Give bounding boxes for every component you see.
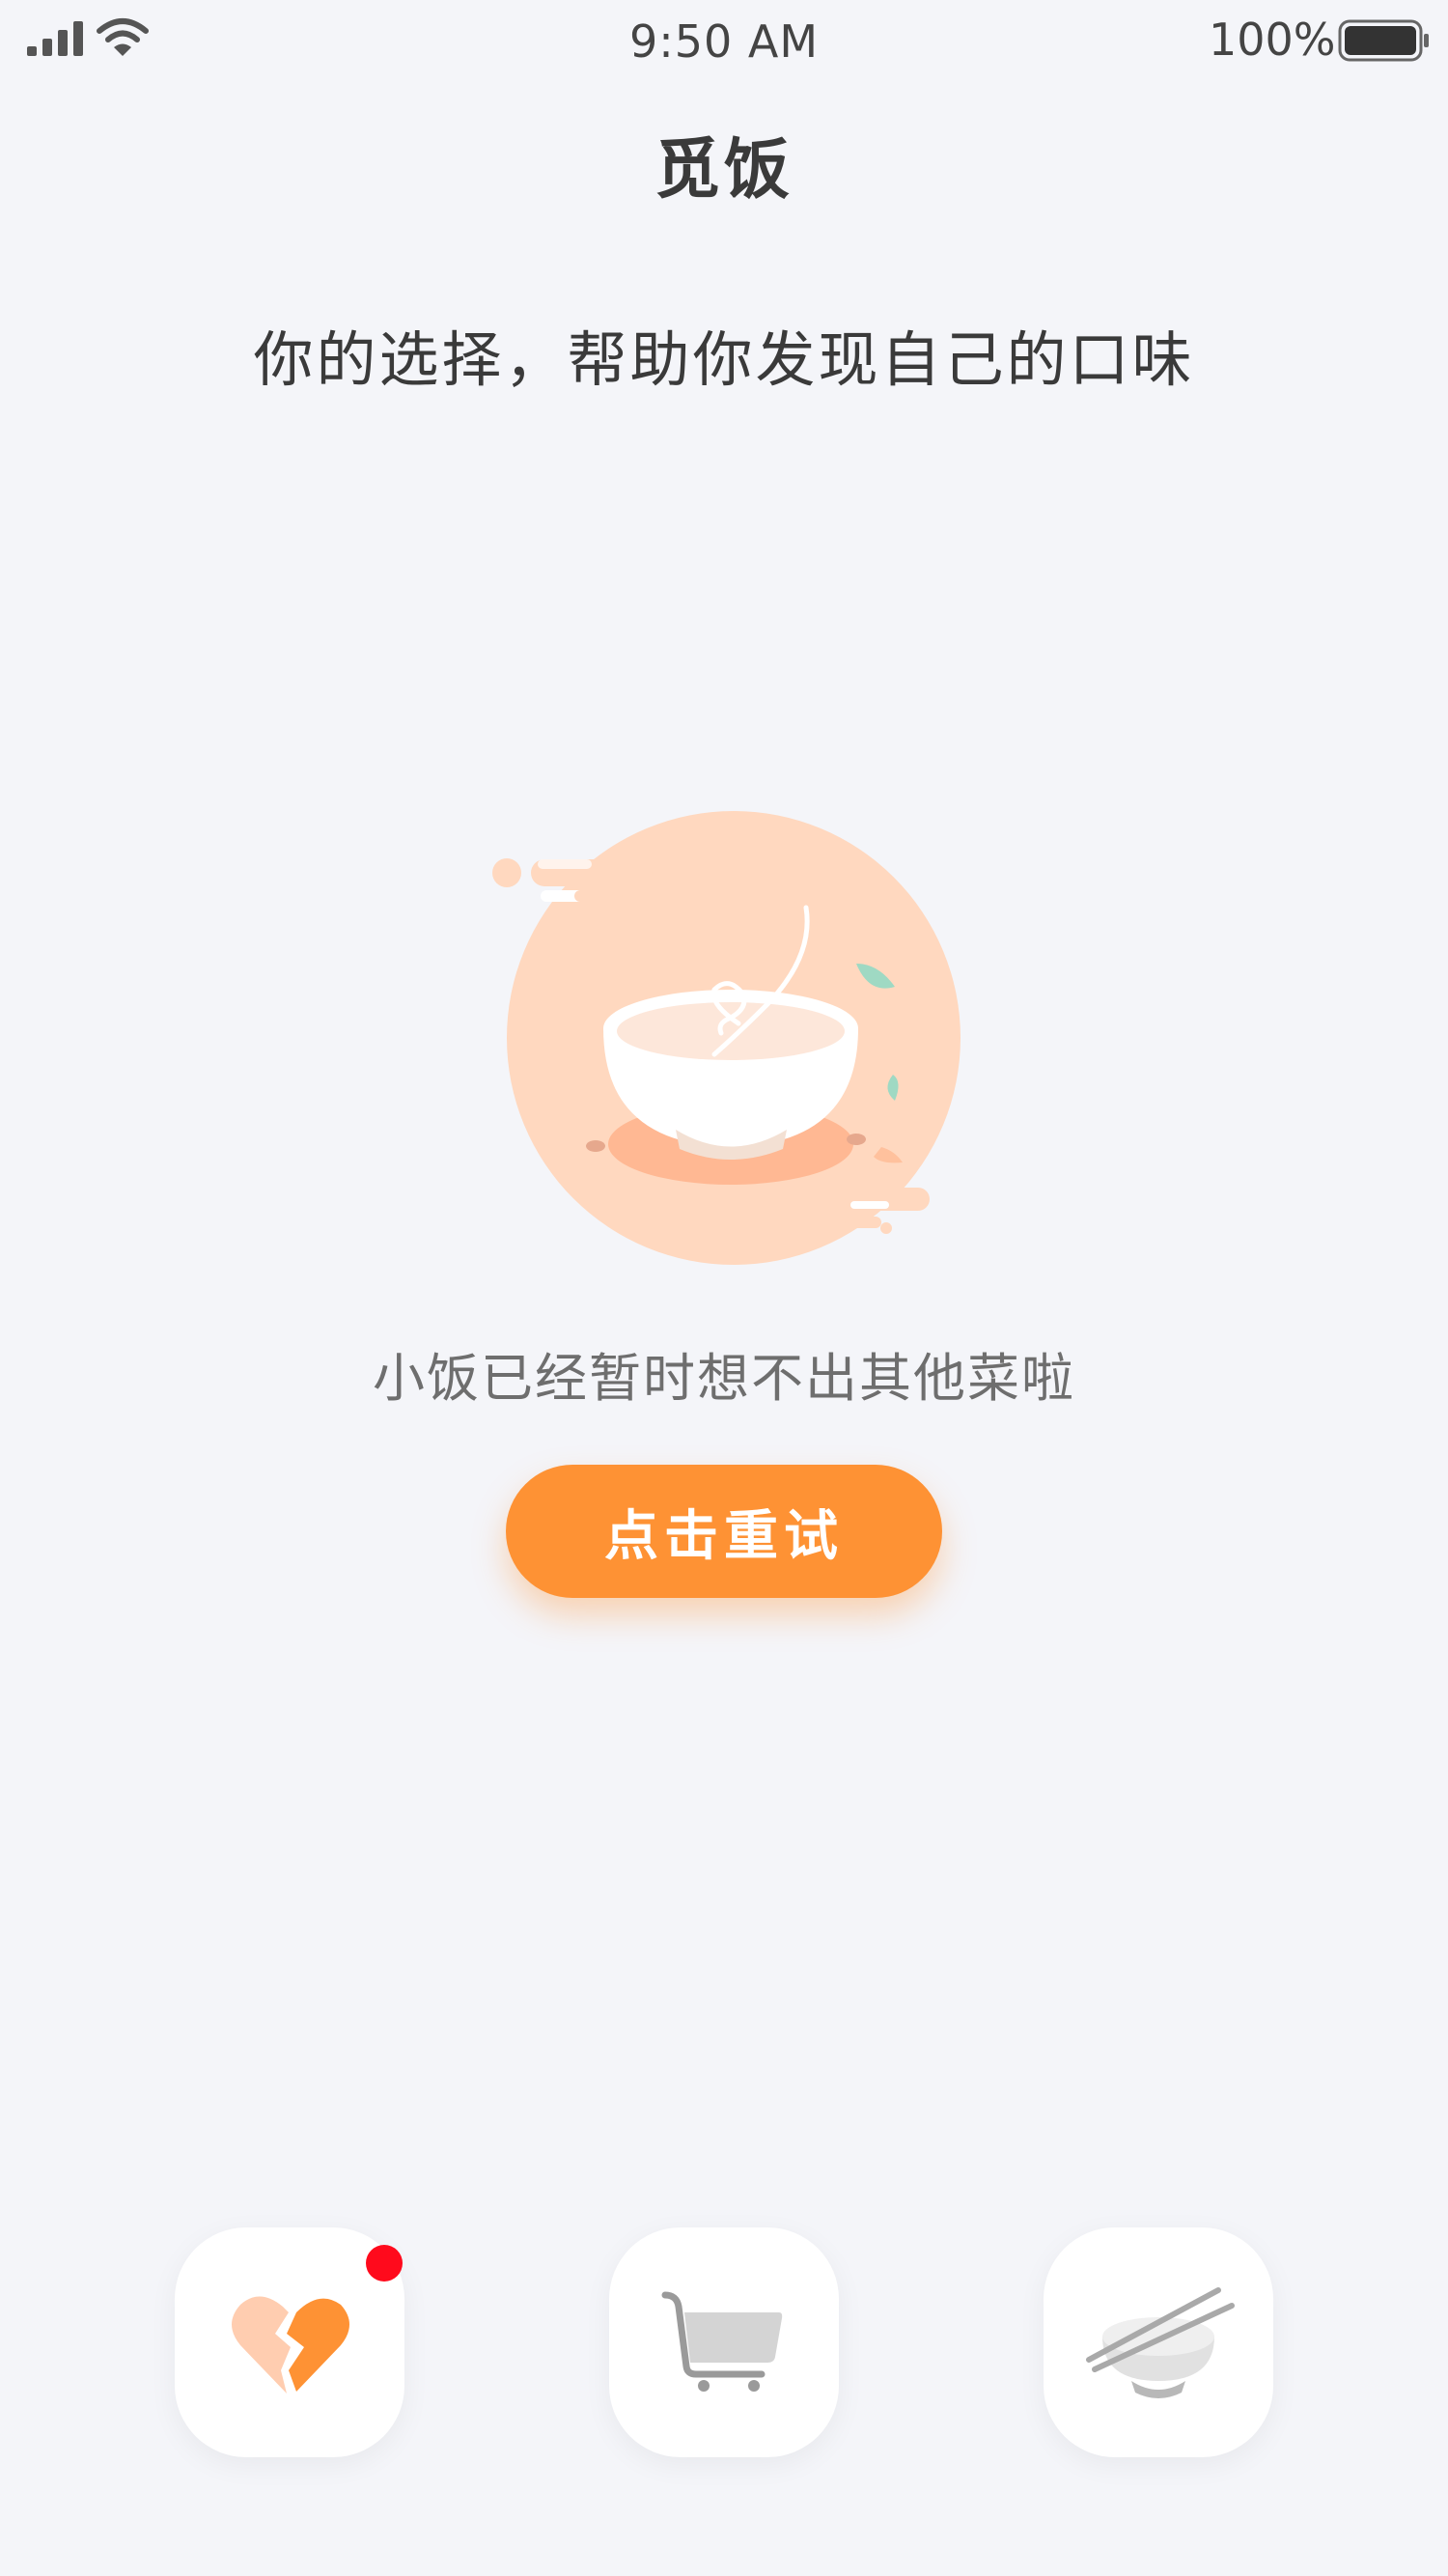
page-title: 觅饭 — [654, 132, 794, 209]
battery-percent: 100% — [1209, 14, 1336, 66]
cart-icon — [661, 2291, 783, 2392]
subtitle-text: 你的选择，帮助你发现自己的口味 — [253, 324, 1195, 395]
battery-icon — [1338, 19, 1429, 62]
bowl-chopsticks-icon — [1086, 2287, 1235, 2398]
broken-heart-icon — [232, 2296, 349, 2394]
empty-state-message: 小饭已经暂时想不出其他菜啦 — [373, 1348, 1075, 1409]
tab-bowl[interactable] — [1044, 2227, 1273, 2457]
notification-badge — [366, 2245, 403, 2282]
status-bar: 9:50 AM 100% — [0, 0, 1448, 87]
empty-bowl-illustration — [492, 811, 961, 1265]
tab-cart[interactable] — [609, 2227, 839, 2457]
retry-button[interactable]: 点击重试 — [506, 1465, 942, 1598]
tab-favorites[interactable] — [175, 2227, 404, 2457]
